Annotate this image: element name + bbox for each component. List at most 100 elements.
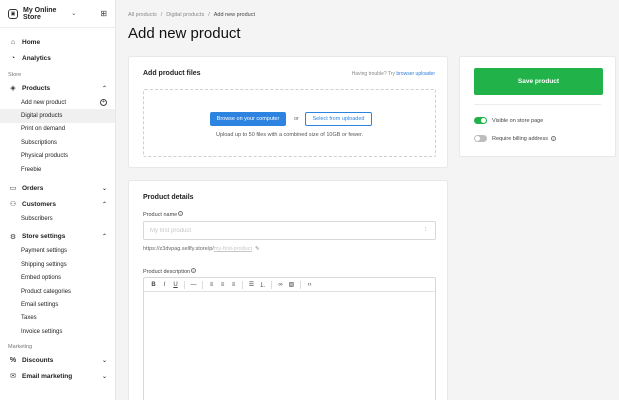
store-name: My Online Store [23, 6, 57, 21]
or-label: or [294, 116, 299, 122]
product-name-label-text: Product name [143, 212, 178, 218]
sidebar-subitem-payment-settings[interactable]: Payment settings [0, 245, 115, 258]
sidebar-item-store-settings[interactable]: ⚙ Store settings ⌃ [0, 229, 115, 245]
sidebar-subitem-subscribers[interactable]: Subscribers [0, 212, 115, 225]
require-billing-row: Require billing address i [474, 135, 556, 142]
breadcrumb-separator: / [208, 12, 210, 18]
toolbar-divider [271, 280, 272, 289]
sidebar-item-label: Email marketing [22, 372, 73, 380]
sidebar-item-analytics[interactable]: ◔ Analytics [0, 50, 115, 66]
numbered-list-icon[interactable]: ⒈ [257, 278, 268, 292]
section-label-marketing: Marketing [8, 344, 33, 351]
sidebar-subitem-print-on-demand[interactable]: Print on demand [0, 123, 115, 136]
sidebar-subitem-shipping-settings[interactable]: Shipping settings [0, 258, 115, 271]
select-uploaded-button[interactable]: Select from uploaded [305, 112, 372, 126]
browser-uploader-link[interactable]: browser uploader [396, 71, 435, 77]
code-icon[interactable]: ‹› [304, 278, 315, 292]
text-format-icon: ⫶ [425, 227, 427, 233]
toolbar-divider [202, 280, 203, 289]
horizontal-rule-icon[interactable]: — [188, 278, 199, 292]
product-name-label: Product name i [143, 211, 184, 218]
underline-icon[interactable]: U [170, 278, 181, 292]
sidebar-item-email-marketing[interactable]: ✉ Email marketing ⌄ [0, 368, 115, 384]
toolbar-divider [300, 280, 301, 289]
gear-icon: ⚙ [9, 233, 17, 241]
product-url: https://z3dvpag.sellfy.store/p/my-first-… [143, 246, 260, 252]
product-description-label: Product description i [143, 268, 197, 275]
sidebar-item-label: Store settings [22, 233, 66, 241]
chevron-down-icon: ⌄ [101, 357, 107, 364]
sidebar-nav: ⌂ Home ◔ Analytics Store ◈ Products ⌃ Ad… [0, 28, 115, 384]
align-left-icon[interactable]: ≡ [206, 278, 217, 292]
sidebar-item-label: Home [22, 38, 41, 46]
sidebar-item-label: Orders [22, 184, 44, 192]
sidebar-item-home[interactable]: ⌂ Home [0, 34, 115, 50]
add-icon: + [100, 99, 107, 107]
sidebar-subitem-label: Freebie [21, 166, 42, 173]
info-icon[interactable]: i [191, 268, 197, 273]
visible-on-store-toggle[interactable] [474, 117, 487, 124]
storefront-icon[interactable]: ⊞ [100, 9, 107, 18]
save-product-button[interactable]: Save product [474, 68, 603, 95]
description-editor[interactable]: B I U — ≡ ≡ ≡ ☰ ⒈ ∞ ▨ ‹› [143, 277, 436, 400]
sidebar-item-label: Discounts [22, 356, 54, 364]
sidebar-item-orders[interactable]: ▭ Orders ⌄ [0, 180, 115, 196]
require-billing-label: Require billing address [492, 135, 548, 142]
align-right-icon[interactable]: ≡ [228, 278, 239, 292]
browse-computer-button[interactable]: Browse on your computer [210, 112, 286, 126]
sidebar-subitem-add-new-product[interactable]: Add new product + [0, 96, 115, 109]
product-files-card: Add product files Having trouble? Try br… [128, 56, 448, 168]
upload-help: Having trouble? Try browser uploader [352, 71, 435, 77]
sidebar-subitem-embed-options[interactable]: Embed options [0, 272, 115, 285]
store-switcher[interactable]: ▣ My Online Store ⌄ ⊞ [0, 0, 115, 28]
sidebar-subitem-taxes[interactable]: Taxes [0, 312, 115, 325]
image-icon[interactable]: ▨ [286, 278, 297, 292]
breadcrumb-digital-products[interactable]: Digital products [166, 12, 204, 18]
link-icon[interactable]: ∞ [275, 278, 286, 292]
tag-icon: ◈ [10, 85, 16, 92]
sidebar-item-customers[interactable]: ⚇ Customers ⌃ [0, 196, 115, 212]
bold-icon[interactable]: B [148, 278, 159, 292]
sidebar-subitem-product-categories[interactable]: Product categories [0, 285, 115, 298]
sidebar-subitem-physical-products[interactable]: Physical products [0, 150, 115, 163]
sidebar-subitem-freebie[interactable]: Freebie [0, 163, 115, 176]
visible-on-store-label: Visible on store page [492, 117, 544, 124]
chevron-up-icon: ⌃ [101, 234, 107, 241]
breadcrumb-all-products[interactable]: All products [128, 12, 157, 18]
sidebar-item-label: Analytics [22, 54, 51, 62]
sidebar-subitem-label: Invoice settings [21, 328, 63, 335]
discount-icon: % [9, 356, 17, 364]
sidebar-subitem-invoice-settings[interactable]: Invoice settings [0, 325, 115, 338]
mail-icon: ✉ [10, 373, 16, 381]
divider [474, 104, 601, 105]
breadcrumb: All products / Digital products / Add ne… [128, 12, 255, 18]
info-icon[interactable]: i [178, 211, 184, 216]
visible-on-store-row: Visible on store page [474, 117, 543, 124]
sidebar-subitem-digital-products[interactable]: Digital products [0, 109, 115, 123]
file-dropzone[interactable]: Browse on your computer or Select from u… [143, 89, 436, 157]
product-name-input[interactable] [143, 221, 436, 240]
breadcrumb-current: Add new product [213, 12, 256, 18]
require-billing-toggle[interactable] [474, 135, 487, 142]
sidebar-subitem-subscriptions[interactable]: Subscriptions [0, 136, 115, 149]
italic-icon[interactable]: I [159, 278, 170, 292]
info-icon[interactable]: i [550, 136, 556, 141]
save-card: Save product Visible on store page Requi… [459, 56, 616, 157]
sidebar-subitem-label: Subscriptions [21, 139, 58, 146]
upload-limit-note: Upload up to 50 files with a combined si… [215, 132, 364, 138]
bullet-list-icon[interactable]: ☰ [246, 278, 257, 292]
sidebar-item-products[interactable]: ◈ Products ⌃ [0, 80, 115, 96]
align-center-icon[interactable]: ≡ [217, 278, 228, 292]
upload-help-text: Having trouble? Try [351, 71, 395, 77]
sidebar-subitem-label: Physical products [21, 153, 69, 160]
users-icon: ⚇ [9, 201, 17, 209]
pencil-icon[interactable]: ✎ [255, 246, 260, 252]
sidebar-item-discounts[interactable]: % Discounts ⌄ [0, 352, 115, 368]
toolbar-divider [184, 280, 185, 289]
sidebar-subitem-label: Taxes [21, 315, 37, 322]
chevron-up-icon: ⌃ [101, 201, 107, 208]
files-card-title: Add product files [143, 70, 201, 77]
sidebar-subitem-email-settings[interactable]: Email settings [0, 298, 115, 311]
product-url-slug[interactable]: my-first-product [214, 246, 252, 252]
sidebar-subitem-label: Print on demand [21, 126, 66, 133]
